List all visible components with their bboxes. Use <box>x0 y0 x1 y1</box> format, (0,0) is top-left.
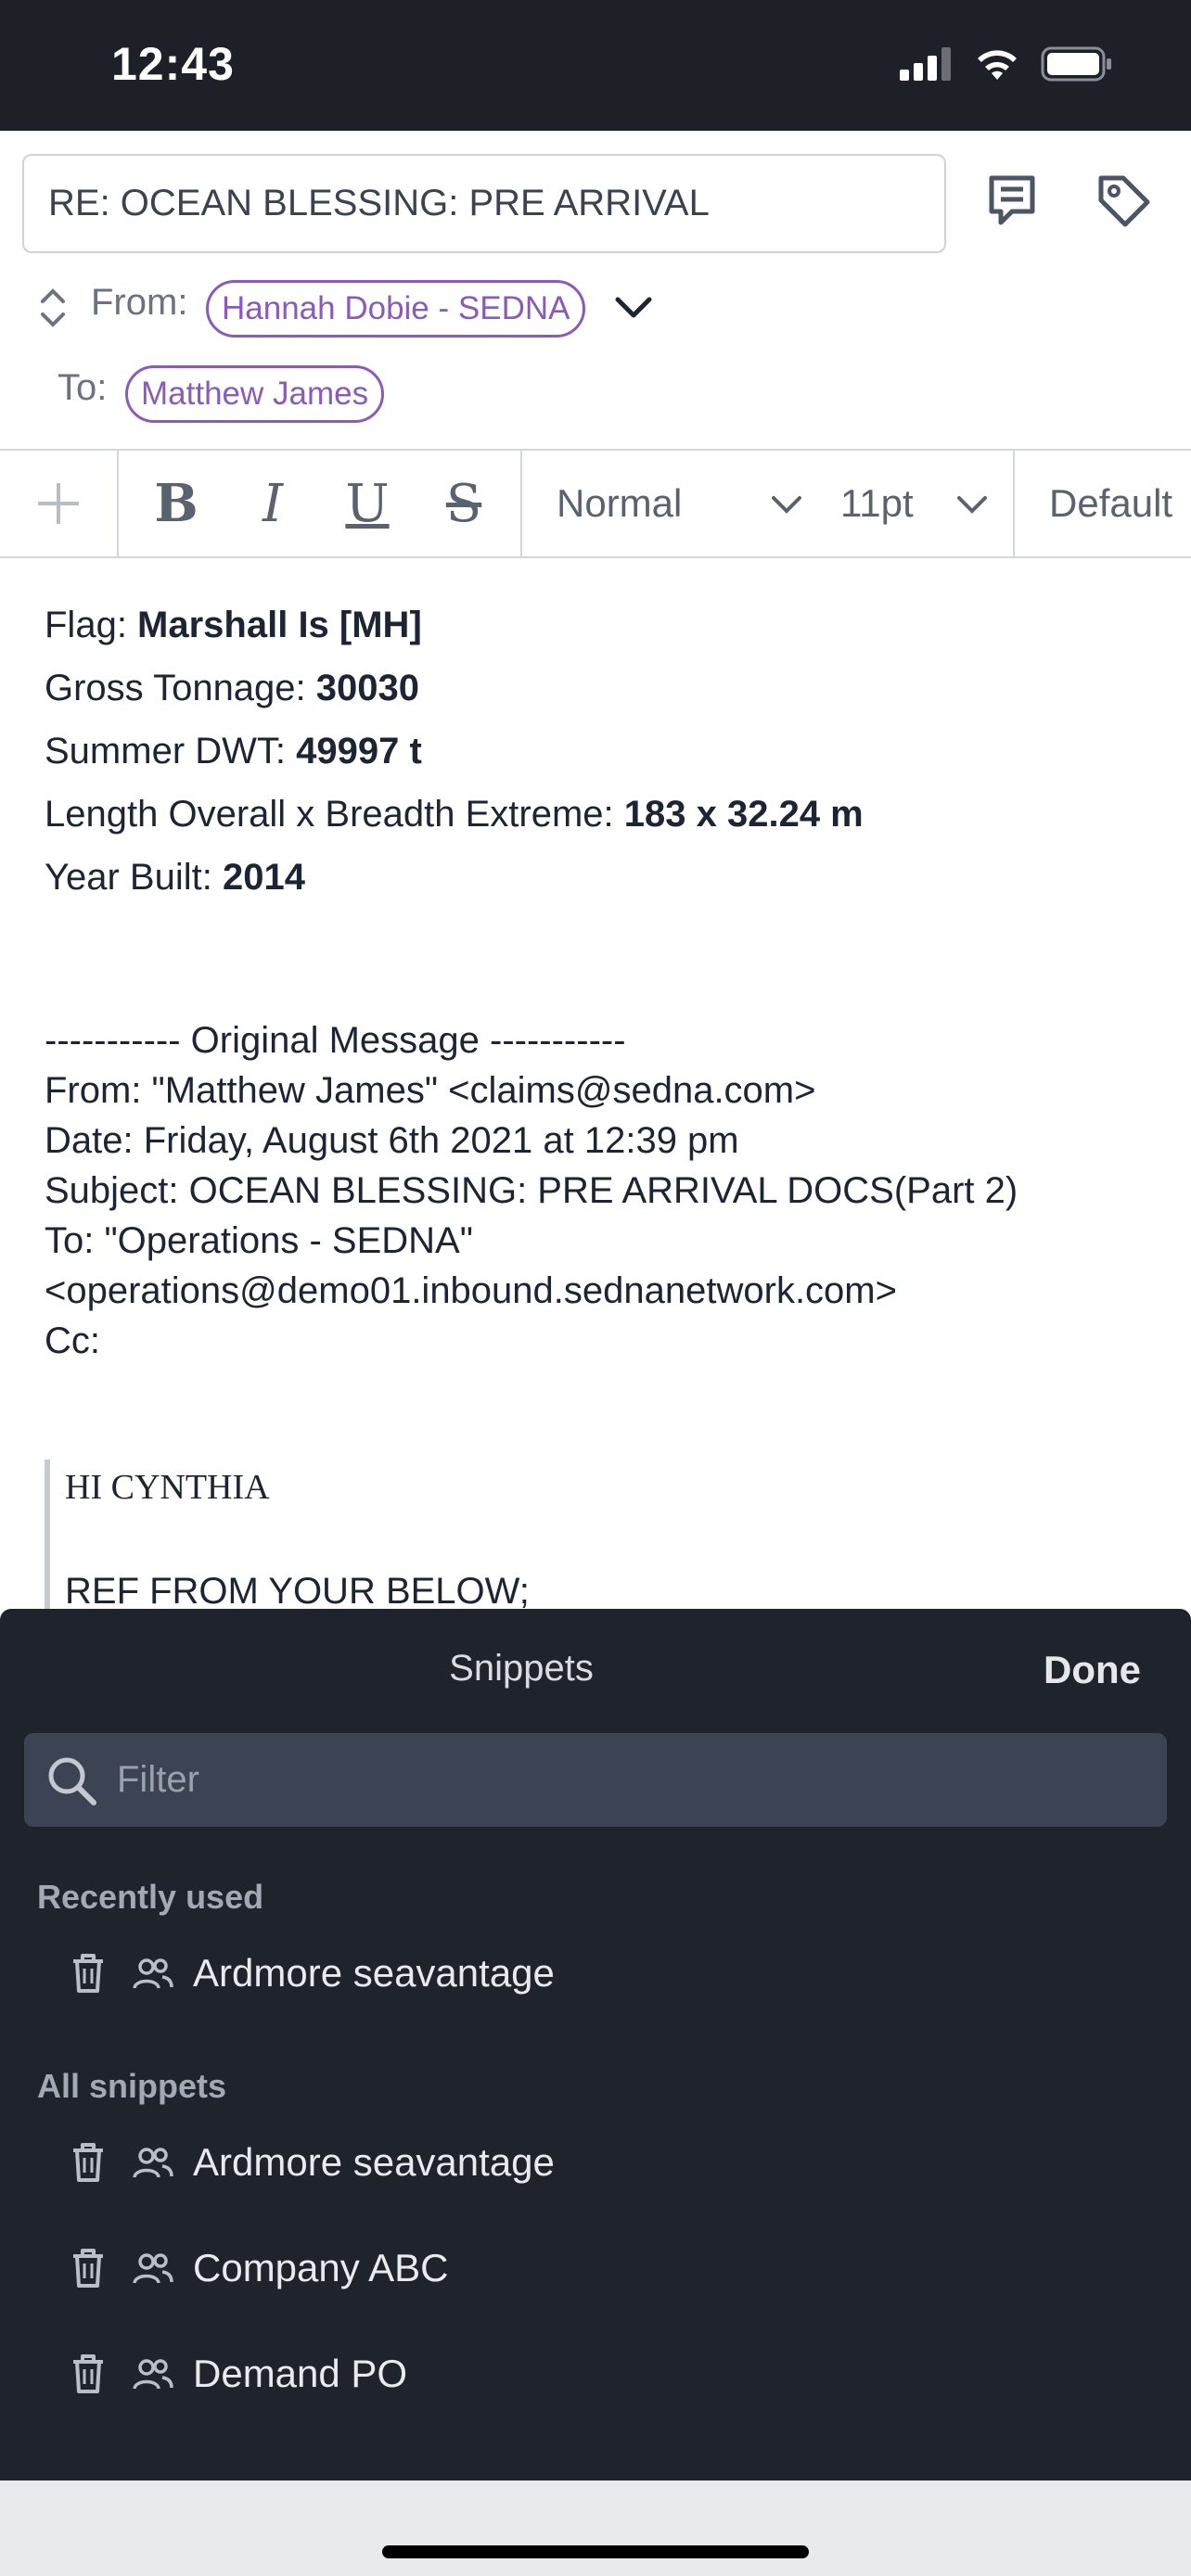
shared-users-icon <box>130 1955 176 1992</box>
original-cc: Cc: <box>45 1320 100 1361</box>
tag-icon[interactable] <box>1091 168 1156 233</box>
snippets-sheet: Snippets Done Recently used Ardmore seav… <box>0 1609 1191 2480</box>
sheet-title: Snippets <box>449 1648 594 1689</box>
cellular-signal-icon <box>900 47 951 81</box>
home-indicator[interactable] <box>382 2545 809 2558</box>
original-date: Date: Friday, August 6th 2021 at 12:39 p… <box>45 1120 739 1161</box>
quote-greeting: HI CYNTHIA <box>65 1468 270 1507</box>
snippet-row[interactable]: Ardmore seavantage <box>0 1927 1191 2020</box>
font-family-select[interactable]: Default <box>1049 451 1191 556</box>
snippet-row[interactable]: Ardmore seavantage <box>0 2116 1191 2209</box>
snippet-label: Demand PO <box>193 2352 408 2395</box>
comment-icon[interactable] <box>980 168 1044 233</box>
italic-button[interactable]: I <box>236 451 310 556</box>
snippet-label: Company ABC <box>193 2246 449 2289</box>
chevron-down-icon <box>957 496 987 514</box>
original-subject: Subject: OCEAN BLESSING: PRE ARRIVAL DOC… <box>45 1170 1018 1211</box>
subject-field[interactable]: RE: OCEAN BLESSING: PRE ARRIVAL <box>22 154 946 253</box>
plus-icon <box>38 483 79 524</box>
dimensions-line: Length Overall x Breadth Extreme: 183 x … <box>45 794 864 835</box>
year-built-line: Year Built: 2014 <box>45 857 305 898</box>
expand-collapse-icon[interactable] <box>37 287 69 329</box>
snippet-label: Ardmore seavantage <box>193 2140 555 2184</box>
status-time: 12:43 <box>111 38 235 90</box>
formatting-toolbar: B I U S Normal 11pt Default <box>0 449 1191 558</box>
done-button[interactable]: Done <box>1044 1648 1141 1692</box>
home-indicator-area <box>0 2480 1191 2576</box>
recently-used-label: Recently used <box>37 1878 264 1916</box>
status-bar: 12:43 <box>0 0 1191 131</box>
compose-header: RE: OCEAN BLESSING: PRE ARRIVAL From: Ha… <box>0 131 1191 449</box>
chevron-down-icon <box>772 496 801 514</box>
trash-icon[interactable] <box>65 2353 111 2395</box>
original-to-address: <operations@demo01.inbound.sednanetwork.… <box>45 1270 897 1311</box>
from-chip[interactable]: Hannah Dobie - SEDNA <box>206 280 586 338</box>
font-size-select[interactable]: 11pt <box>840 451 989 556</box>
trash-icon[interactable] <box>65 1952 111 1995</box>
shared-users-icon <box>130 2355 176 2392</box>
shared-users-icon <box>130 2144 176 2181</box>
shared-users-icon <box>130 2250 176 2287</box>
quote-ref: REF FROM YOUR BELOW; <box>65 1571 530 1609</box>
add-button[interactable] <box>0 451 117 556</box>
original-message-separator: ----------- Original Message ----------- <box>45 1020 626 1061</box>
underline-button[interactable]: U <box>330 451 404 556</box>
original-from: From: "Matthew James" <claims@sedna.com> <box>45 1070 816 1111</box>
quote-bar <box>45 1460 50 1609</box>
trash-icon[interactable] <box>65 2141 111 2184</box>
filter-input[interactable] <box>117 1759 1044 1801</box>
to-chip[interactable]: Matthew James <box>125 365 385 423</box>
flag-line: Flag: Marshall Is [MH] <box>45 605 422 645</box>
summer-dwt-line: Summer DWT: 49997 t <box>45 731 422 772</box>
status-icons <box>900 46 1113 82</box>
snippet-row[interactable]: Company ABC <box>0 2222 1191 2315</box>
chevron-down-icon[interactable] <box>612 288 655 325</box>
paragraph-style-select[interactable]: Normal <box>557 451 807 556</box>
snippet-row[interactable]: Demand PO <box>0 2327 1191 2420</box>
gross-tonnage-line: Gross Tonnage: 30030 <box>45 668 420 708</box>
all-snippets-label: All snippets <box>37 2067 227 2105</box>
strikethrough-button[interactable]: S <box>427 451 501 556</box>
snippet-label: Ardmore seavantage <box>193 1951 555 1995</box>
search-icon <box>48 1757 96 1805</box>
filter-field[interactable] <box>24 1733 1167 1827</box>
from-label: From: <box>91 282 188 323</box>
to-label: To: <box>58 367 108 408</box>
wifi-icon <box>978 50 1017 80</box>
original-to: To: "Operations - SEDNA" <box>45 1220 473 1261</box>
message-body[interactable]: Flag: Marshall Is [MH] Gross Tonnage: 30… <box>0 558 1191 1609</box>
bold-button[interactable]: B <box>139 451 213 556</box>
trash-icon[interactable] <box>65 2247 111 2289</box>
battery-icon <box>1041 46 1111 82</box>
